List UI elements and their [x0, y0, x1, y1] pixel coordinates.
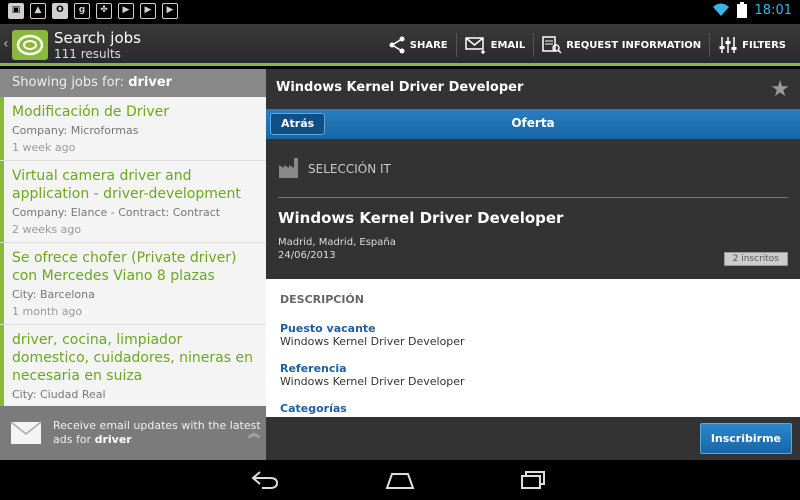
applicants-badge: 2 inscritos — [723, 252, 788, 266]
job-age: 1 month ago — [12, 305, 83, 318]
job-company: City: Barcelona — [12, 288, 95, 301]
notification-icons: ▣ ▲ O g ✤ ▶ ▶ ▶ — [8, 3, 178, 19]
list-item[interactable]: driver, cocina, limpiador domestico, cui… — [0, 325, 266, 408]
factory-icon — [279, 158, 298, 178]
share-button[interactable]: SHARE — [380, 24, 456, 66]
apply-button[interactable]: Inscribirme — [699, 423, 792, 454]
field-label: Referencia — [280, 362, 347, 375]
job-summary: SELECCIÓN IT Windows Kernel Driver Devel… — [266, 139, 800, 279]
list-item[interactable]: Virtual camera driver and application - … — [0, 161, 266, 243]
clock: 18:01 — [754, 2, 792, 18]
app-root: ▣ ▲ O g ✤ ▶ ▶ ▶ 18:01 ‹ Search jobs 111 … — [0, 0, 800, 500]
detail-footer: Inscribirme — [266, 417, 800, 460]
system-nav-bar — [0, 460, 800, 500]
job-description: DESCRIPCIÓN Puesto vacante Windows Kerne… — [266, 279, 800, 417]
email-icon — [464, 37, 485, 54]
job-company: Company: Microformas — [12, 124, 139, 137]
page-title: Search jobs — [54, 29, 141, 47]
back-nav-icon[interactable] — [250, 470, 280, 490]
job-company: Company: Elance - Contract: Contract — [12, 206, 221, 219]
job-age: 2 weeks ago — [12, 223, 82, 236]
home-nav-icon[interactable] — [385, 470, 415, 490]
job-date: 24/06/2013 — [278, 250, 336, 261]
detail-panel: Windows Kernel Driver Developer ★ Atrás … — [266, 69, 800, 460]
outlook-icon: O — [52, 3, 68, 19]
section-title: DESCRIPCIÓN — [280, 293, 364, 306]
battery-icon — [736, 2, 747, 18]
play-icon: ▶ — [140, 3, 156, 19]
filters-icon — [719, 37, 737, 53]
status-bar: ▣ ▲ O g ✤ ▶ ▶ ▶ 18:01 — [0, 0, 800, 24]
job-title: Modificación de Driver — [12, 104, 170, 120]
detail-header-title: Windows Kernel Driver Developer — [276, 80, 524, 95]
company-name: SELECCIÓN IT — [308, 162, 391, 176]
play-icon: ▶ — [162, 3, 178, 19]
recents-nav-icon[interactable] — [518, 470, 548, 490]
gplus-icon: g — [74, 3, 90, 19]
query-term: driver — [128, 75, 173, 90]
list-item[interactable]: Se ofrece chofer (Private driver) con Me… — [0, 243, 266, 325]
field-label: Categorías — [280, 402, 347, 415]
clover-icon: ✤ — [96, 3, 112, 19]
job-age: 1 week ago — [12, 141, 76, 154]
image-icon: ▣ — [8, 3, 24, 19]
detail-nav-title: Oferta — [511, 116, 555, 130]
field-value: Windows Kernel Driver Developer — [280, 335, 465, 348]
request-information-button[interactable]: REQUEST INFORMATION — [534, 24, 709, 66]
app-logo[interactable] — [12, 30, 48, 60]
query-summary: Showing jobs for: driver — [0, 69, 266, 97]
up-chevron-icon[interactable]: ‹ — [3, 36, 9, 52]
envelope-icon — [10, 421, 42, 444]
email-updates-text: Receive email updates with the latest ad… — [53, 419, 261, 446]
request-info-icon — [542, 36, 562, 54]
list-item[interactable]: Modificación de Driver Company: Microfor… — [0, 97, 266, 161]
field-label: Puesto vacante — [280, 322, 376, 335]
job-title: Se ofrece chofer (Private driver) con Me… — [12, 250, 237, 284]
expand-chevron-icon[interactable]: ︽ — [248, 424, 260, 441]
job-location: Madrid, Madrid, España — [278, 237, 396, 248]
job-title-heading: Windows Kernel Driver Developer — [278, 209, 564, 227]
email-updates-bar[interactable]: Receive email updates with the latest ad… — [0, 406, 266, 460]
results-count: 111 results — [54, 47, 121, 61]
job-company: City: Ciudad Real — [12, 388, 106, 401]
results-panel: Showing jobs for: driver Modificación de… — [0, 69, 266, 460]
wifi-icon — [712, 3, 729, 16]
job-title: Virtual camera driver and application - … — [12, 168, 241, 202]
gallery-icon: ▲ — [30, 3, 46, 19]
play-icon: ▶ — [118, 3, 134, 19]
share-icon — [389, 36, 405, 54]
detail-nav: Atrás Oferta — [266, 109, 800, 139]
job-title: driver, cocina, limpiador domestico, cui… — [12, 332, 253, 384]
email-button[interactable]: EMAIL — [457, 24, 534, 66]
detail-header: Windows Kernel Driver Developer ★ — [266, 69, 800, 109]
filters-button[interactable]: FILTERS — [710, 24, 794, 66]
field-value: Windows Kernel Driver Developer — [280, 375, 465, 388]
action-bar: ‹ Search jobs 111 results SHARE EMAIL RE… — [0, 24, 800, 66]
favorite-star-icon[interactable]: ★ — [770, 77, 790, 102]
